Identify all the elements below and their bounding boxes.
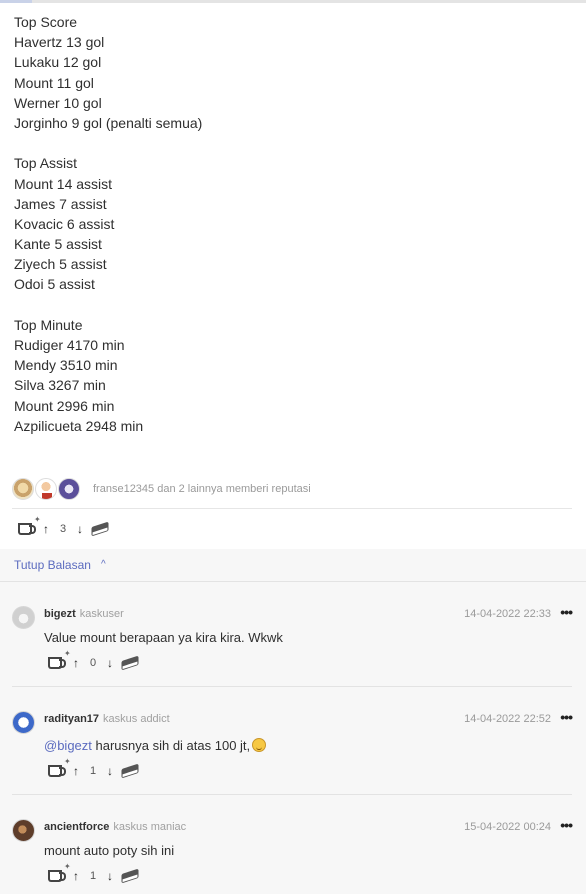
reputation-avatar[interactable] [58, 478, 80, 500]
post-text-line: Havertz 13 gol [14, 34, 105, 51]
reputation-avatar[interactable] [12, 478, 34, 500]
vote-count: 1 [89, 765, 97, 777]
comment-vote-bar: ✦ ↑ 1 ↓ [48, 757, 139, 780]
avatar[interactable] [12, 819, 35, 842]
post-text-line: Silva 3267 min [14, 377, 106, 394]
comment-text: @bigezt harusnya sih di atas 100 jt, [44, 738, 267, 753]
comment-author[interactable]: bigezt kaskuser [44, 608, 124, 620]
replies-section: Tutup Balasan ^ bigezt kaskuser 14-04-202… [0, 549, 586, 894]
comment-text: mount auto poty sih ini [44, 843, 175, 858]
post-text-line: James 7 assist [14, 195, 107, 212]
divider [12, 508, 572, 509]
divider [0, 581, 586, 582]
arrow-up-icon[interactable]: ↑ [70, 656, 82, 670]
vote-count: 0 [89, 657, 97, 669]
vote-count: 3 [59, 523, 67, 535]
comment-text: Value mount berapaan ya kira kira. Wkwk [44, 630, 283, 645]
more-icon[interactable]: ••• [560, 604, 573, 620]
post-text-line: Mount 11 gol [14, 74, 94, 91]
comment-vote-bar: ✦ ↑ 1 ↓ [48, 862, 139, 885]
arrow-up-icon[interactable]: ↑ [70, 869, 82, 883]
arrow-down-icon[interactable]: ↓ [104, 656, 116, 670]
comment-vote-bar: ✦ ↑ 0 ↓ [48, 649, 139, 672]
reputation-avatar[interactable] [35, 478, 57, 500]
post-text-line: Odoi 5 assist [14, 276, 95, 293]
comment-author[interactable]: radityan17 kaskus addict [44, 713, 170, 725]
post-text-line: Ziyech 5 assist [14, 256, 107, 273]
chevron-up-icon[interactable]: ^ [101, 559, 106, 570]
username[interactable]: bigezt [44, 608, 76, 620]
post-text-line: Werner 10 gol [14, 94, 102, 111]
comment-author[interactable]: ancientforce kaskus maniac [44, 821, 186, 833]
post-text-line: Lukaku 12 gol [14, 54, 102, 71]
arrow-up-icon[interactable]: ↑ [40, 522, 52, 536]
arrow-down-icon[interactable]: ↓ [104, 764, 116, 778]
brick-icon[interactable] [91, 521, 109, 537]
comment-date: 14-04-2022 22:33 [464, 608, 551, 620]
post-text-line: Top Assist [14, 155, 78, 172]
brick-icon[interactable] [121, 655, 139, 671]
active-tab-indicator [0, 0, 32, 3]
user-rank: kaskus maniac [113, 821, 187, 833]
reputation-row[interactable]: franse12345 dan 2 lainnya memberi reputa… [12, 478, 572, 500]
cup-icon[interactable]: ✦ [48, 862, 71, 882]
close-replies-toggle[interactable]: Tutup Balasan ^ [14, 558, 106, 572]
arrow-down-icon[interactable]: ↓ [74, 522, 86, 536]
top-tab-strip [0, 0, 586, 3]
cup-icon[interactable]: ✦ [48, 757, 71, 777]
cup-icon[interactable]: ✦ [48, 649, 71, 669]
post-text-line: Kante 5 assist [14, 236, 102, 253]
user-rank: kaskuser [79, 608, 124, 620]
post-content: Top Score Havertz 13 gol Lukaku 12 gol Moun… [14, 12, 574, 436]
post-text-line: Top Score [14, 14, 78, 30]
post-text-line: Mendy 3510 min [14, 357, 118, 374]
arrow-up-icon[interactable]: ↑ [70, 764, 82, 778]
more-icon[interactable]: ••• [560, 817, 573, 833]
comment-text-body: harusnya sih di atas 100 jt, [91, 738, 251, 753]
avatar[interactable] [12, 606, 35, 629]
post-text-line: Kovacic 6 assist [14, 215, 115, 232]
post-text-line: Mount 2996 min [14, 397, 115, 414]
comment-date: 15-04-2022 00:24 [464, 821, 551, 833]
post-vote-bar: ✦ ↑ 3 ↓ [18, 515, 109, 538]
arrow-down-icon[interactable]: ↓ [104, 869, 116, 883]
user-mention-link[interactable]: @bigezt [44, 738, 92, 753]
divider [12, 794, 572, 795]
vote-count: 1 [89, 870, 97, 882]
smile-emoji-icon [252, 738, 267, 752]
more-icon[interactable]: ••• [560, 709, 573, 725]
comment-date: 14-04-2022 22:52 [464, 713, 551, 725]
reputation-text[interactable]: franse12345 dan 2 lainnya memberi reputa… [93, 483, 311, 495]
cup-icon[interactable]: ✦ [18, 515, 41, 535]
user-rank: kaskus addict [103, 713, 170, 725]
post-text-line: Mount 14 assist [14, 175, 113, 192]
username[interactable]: ancientforce [44, 821, 109, 833]
post-text-line: Jorginho 9 gol (penalti semua) [14, 114, 203, 131]
avatar[interactable] [12, 711, 35, 734]
divider [12, 686, 572, 687]
post-text-line: Azpilicueta 2948 min [14, 417, 144, 434]
brick-icon[interactable] [121, 763, 139, 779]
brick-icon[interactable] [121, 868, 139, 884]
post-text-line: Top Minute [14, 316, 83, 333]
username[interactable]: radityan17 [44, 713, 99, 725]
post-text-line: Rudiger 4170 min [14, 337, 125, 353]
close-replies-label[interactable]: Tutup Balasan [14, 558, 91, 572]
